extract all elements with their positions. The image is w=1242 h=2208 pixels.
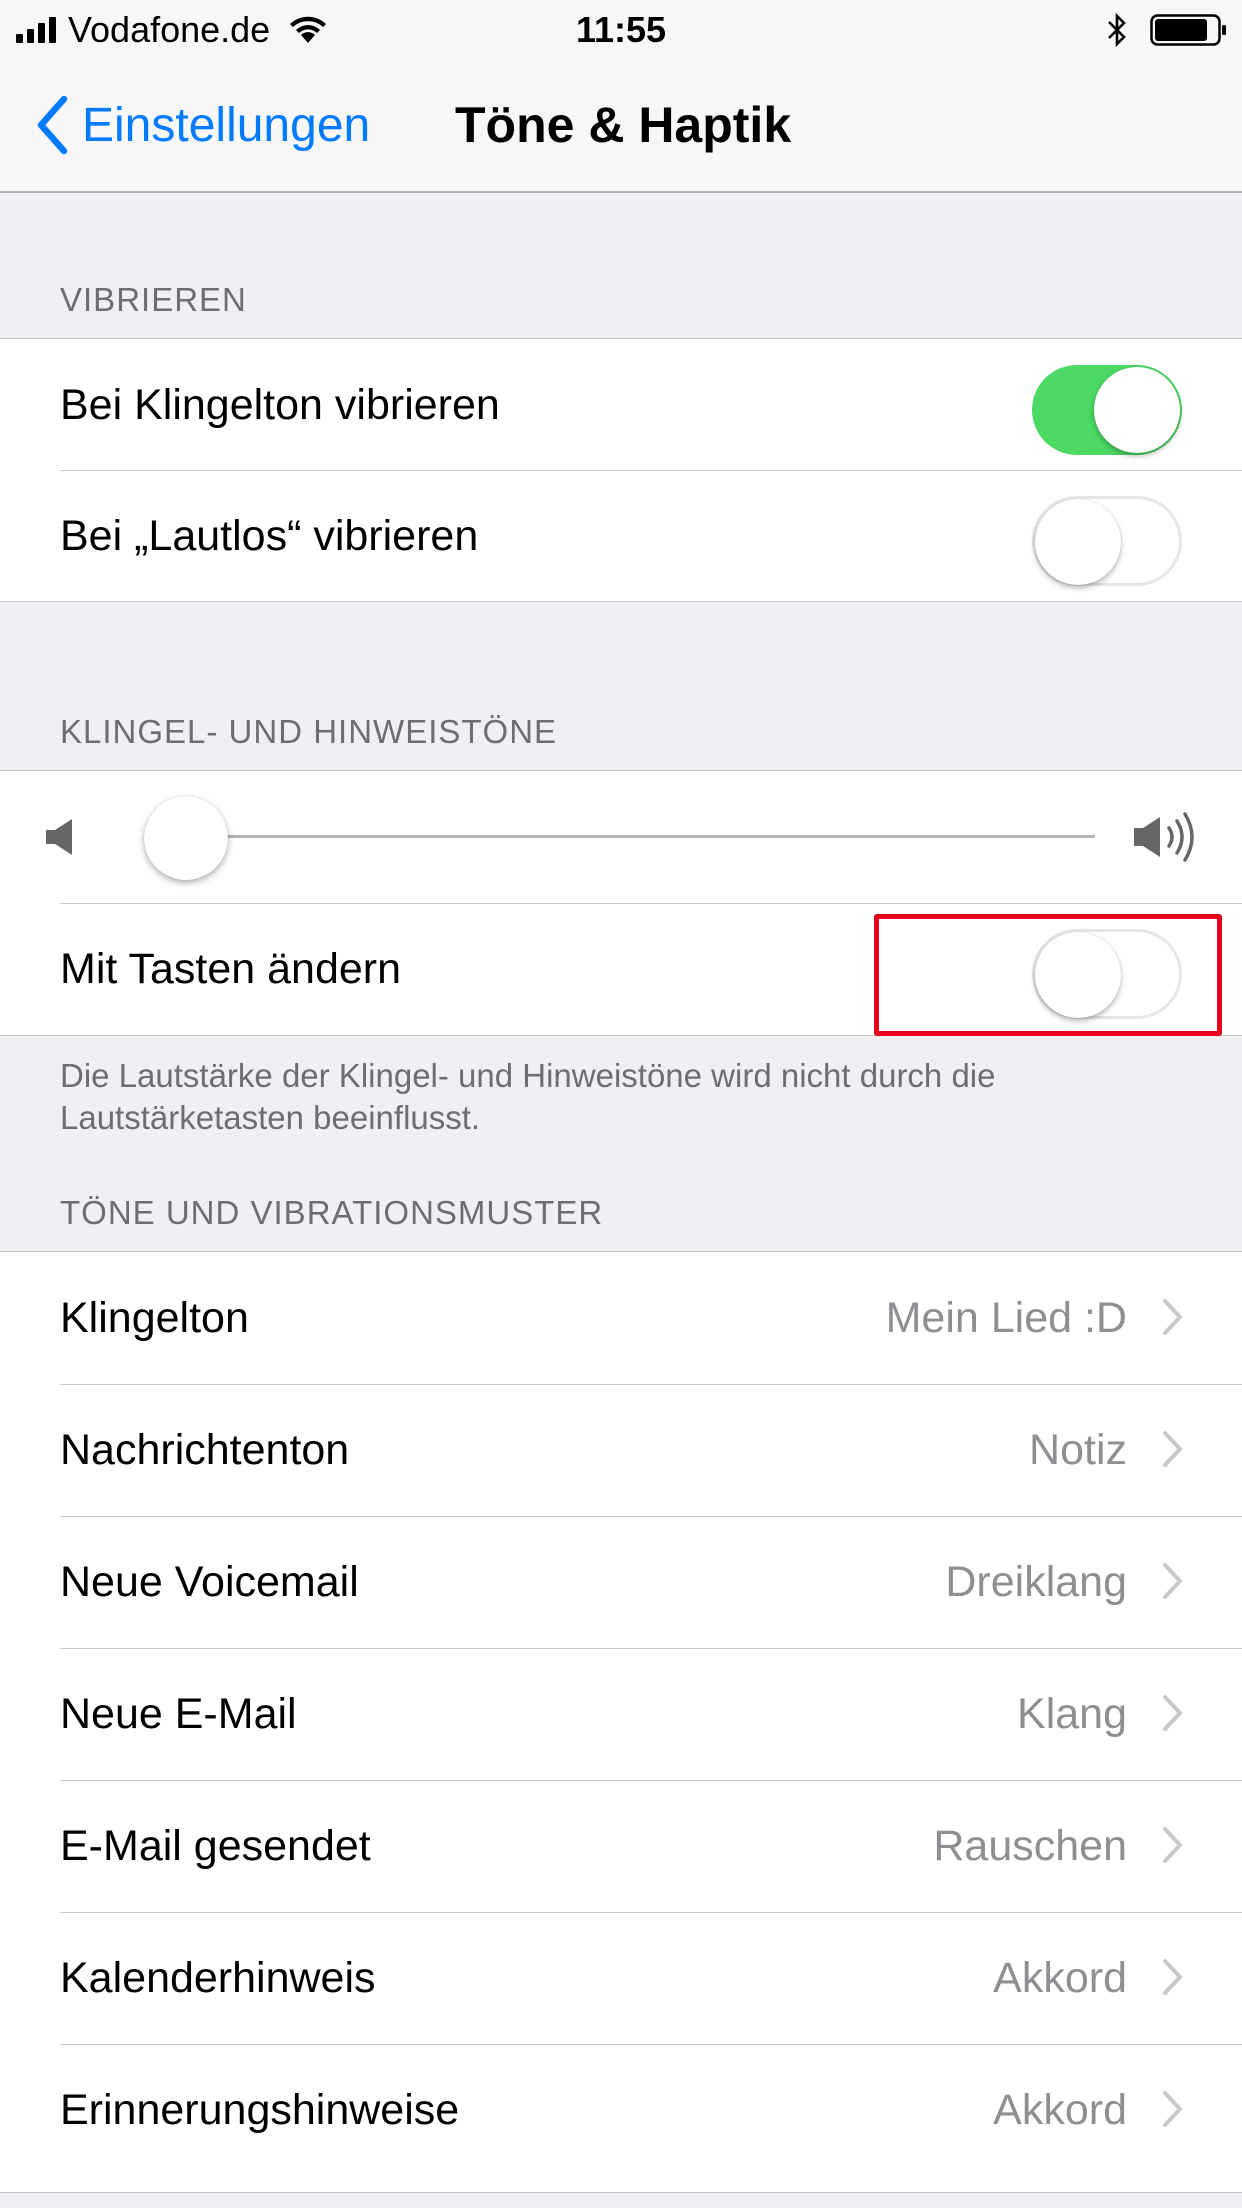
ringer-footer-note: Die Lautstärke der Klingel- und Hinweist… <box>60 1057 996 1136</box>
chevron-right-icon <box>1163 1299 1182 1335</box>
chevron-right-icon <box>1163 1827 1182 1863</box>
volume-high-icon <box>1134 812 1194 862</box>
row-label: Bei „Lautlos“ vibrieren <box>60 512 479 560</box>
back-button[interactable]: Einstellungen <box>36 90 370 160</box>
row-message-tone[interactable]: Nachrichtenton Notiz <box>0 1384 1242 1516</box>
vibrate-group: Bei Klingelton vibrieren Bei „Lautlos“ v… <box>0 338 1242 602</box>
chevron-right-icon <box>1163 1431 1182 1467</box>
row-ringtone[interactable]: Klingelton Mein Lied :D <box>0 1252 1242 1384</box>
sounds-group: Klingelton Mein Lied :D Nachrichtenton N… <box>0 1251 1242 2193</box>
row-reminder-alert[interactable]: Erinnerungshinweise Akkord <box>0 2044 1242 2176</box>
row-value: Dreiklang <box>945 1558 1127 1606</box>
silent-vibrate-toggle[interactable] <box>1032 496 1182 586</box>
navigation-bar: Einstellungen Töne & Haptik <box>0 60 1242 193</box>
back-button-label: Einstellungen <box>82 98 371 152</box>
volume-slider-thumb[interactable] <box>144 796 228 880</box>
row-value: Notiz <box>1029 1426 1127 1474</box>
row-new-voicemail[interactable]: Neue Voicemail Dreiklang <box>0 1516 1242 1648</box>
row-value: Akkord <box>993 1954 1127 2002</box>
bluetooth-icon <box>1108 13 1126 47</box>
status-bar: Vodafone.de 11:55 <box>0 0 1242 60</box>
row-label: Nachrichtenton <box>60 1426 350 1474</box>
section-header-sounds: TÖNE UND VIBRATIONSMUSTER <box>60 1194 604 1231</box>
status-time: 11:55 <box>575 9 667 50</box>
row-value: Mein Lied :D <box>885 1294 1127 1342</box>
row-value: Akkord <box>993 2086 1127 2134</box>
row-label: Kalenderhinweis <box>60 1954 376 2002</box>
chevron-left-icon <box>37 95 68 155</box>
row-value: Klang <box>1017 1690 1127 1738</box>
row-calendar-alert[interactable]: Kalenderhinweis Akkord <box>0 1912 1242 2044</box>
section-header-ringer: KLINGEL- UND HINWEISTÖNE <box>60 713 558 750</box>
toggle-knob <box>1035 499 1121 585</box>
row-label: E-Mail gesendet <box>60 1822 371 1870</box>
row-label: Erinnerungshinweise <box>60 2086 460 2134</box>
row-new-mail[interactable]: Neue E-Mail Klang <box>0 1648 1242 1780</box>
row-label: Klingelton <box>60 1294 249 1342</box>
row-label: Neue Voicemail <box>60 1558 359 1606</box>
row-silent-vibrate: Bei „Lautlos“ vibrieren <box>0 470 1242 602</box>
chevron-right-icon <box>1163 1695 1182 1731</box>
row-sent-mail[interactable]: E-Mail gesendet Rauschen <box>0 1780 1242 1912</box>
volume-slider-track[interactable] <box>185 835 1095 838</box>
row-volume-slider <box>0 771 1242 903</box>
ring-vibrate-toggle[interactable] <box>1032 365 1182 455</box>
row-label: Bei Klingelton vibrieren <box>60 381 500 429</box>
chevron-right-icon <box>1163 1959 1182 1995</box>
row-label: Mit Tasten ändern <box>60 945 402 993</box>
highlight-box <box>874 914 1222 1036</box>
row-label: Neue E-Mail <box>60 1690 297 1738</box>
battery-icon <box>1150 14 1226 46</box>
status-right <box>1106 8 1228 52</box>
toggle-knob <box>1094 367 1180 453</box>
row-ring-vibrate: Bei Klingelton vibrieren <box>0 339 1242 471</box>
row-value: Rauschen <box>933 1822 1127 1870</box>
chevron-right-icon <box>1163 2091 1182 2127</box>
volume-low-icon <box>46 819 72 855</box>
chevron-right-icon <box>1163 1563 1182 1599</box>
section-header-vibrate: VIBRIEREN <box>60 281 247 318</box>
page-title: Töne & Haptik <box>455 97 792 153</box>
